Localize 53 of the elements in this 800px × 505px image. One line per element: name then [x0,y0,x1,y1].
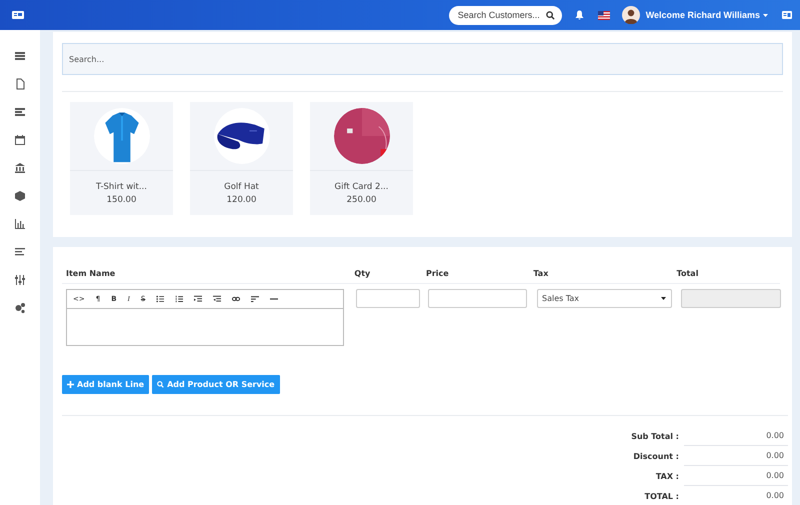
search-field[interactable]: Search Customers... [448,6,562,24]
search-field[interactable]: Search... [62,43,783,75]
column-header: Total [676,268,700,278]
flag-icon[interactable] [598,10,610,20]
search-icon [157,381,164,388]
list-icon[interactable] [14,106,26,118]
cube-icon[interactable] [14,190,26,202]
user-menu[interactable]: Welcome Richard Williams [646,10,760,20]
bank-icon[interactable] [14,162,26,174]
total-label: TOTAL : [644,492,680,500]
sidebar-toggle-icon[interactable] [782,11,792,19]
numbered-list-icon[interactable] [175,295,184,303]
total-value: 0.00 [684,446,788,466]
align-left-icon[interactable] [251,295,260,303]
column-header: Item Name [66,268,116,278]
outdent-icon[interactable] [194,295,202,303]
list-icon[interactable] [14,50,26,62]
total-label: Discount : [632,452,680,460]
sliders-icon[interactable] [14,274,26,286]
total-value: 0.00 [684,426,788,446]
product-name: Gift Card 2... [334,182,388,192]
indent-icon[interactable] [213,295,222,303]
plus-icon [67,381,74,388]
product-card[interactable]: Gift Card 2... 250.00 [310,102,413,215]
document-icon[interactable] [14,78,26,90]
product-name: Golf Hat [224,182,259,192]
product-price: 250.00 [346,194,376,204]
caret-icon[interactable] [763,14,768,16]
caret-icon [661,297,666,300]
bulleted-list-icon[interactable] [156,295,164,303]
align-left-icon[interactable] [14,246,26,258]
bell-icon[interactable] [574,10,584,20]
total-value: 0.00 [765,490,785,502]
total-label: Sub Total : [630,432,680,440]
tax-dropdown[interactable]: Sales Tax [537,289,672,308]
avatar[interactable] [622,6,640,24]
search-icon[interactable] [546,10,555,20]
product-price: 150.00 [106,194,136,204]
total-value: 0.00 [684,466,788,486]
total-label: TAX : [654,472,680,480]
link-icon[interactable] [232,295,240,303]
menu-icon[interactable] [12,10,24,20]
product-card[interactable]: Golf Hat 120.00 [190,102,293,215]
bar-chart-icon[interactable] [14,218,26,230]
column-header: Tax [533,268,550,278]
product-card[interactable]: T-Shirt wit... 150.00 [70,102,173,215]
product-name: T-Shirt wit... [96,182,147,192]
column-header: Qty [354,268,372,278]
column-header: Price [426,268,450,278]
product-price: 120.00 [226,194,256,204]
calendar-icon[interactable] [14,134,26,146]
price-field[interactable] [428,289,527,308]
qty-field[interactable] [356,289,420,308]
